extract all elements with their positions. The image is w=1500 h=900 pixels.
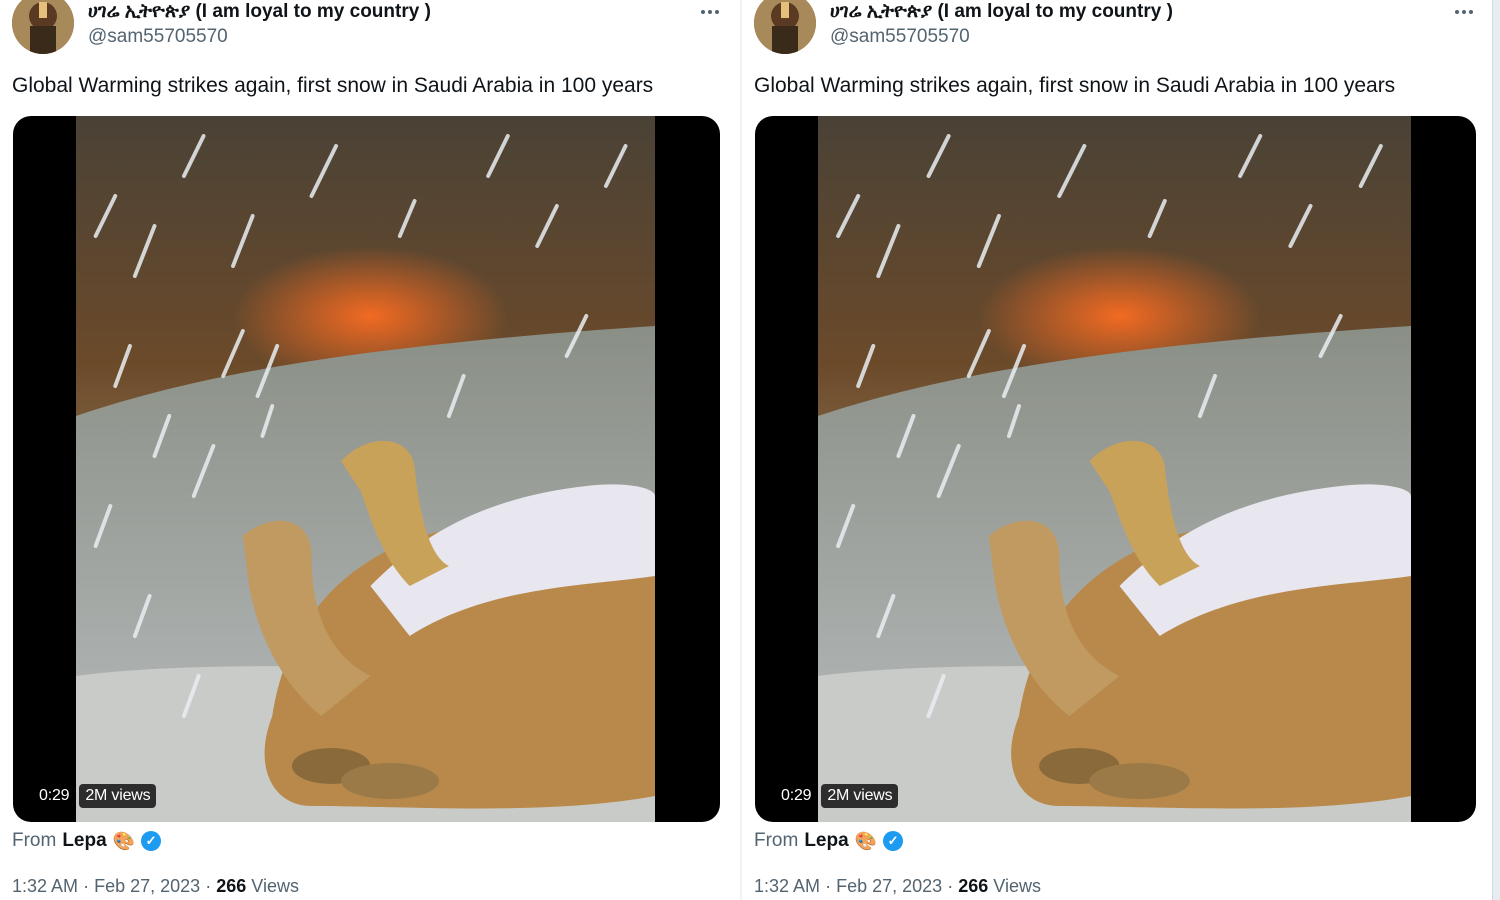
source-name[interactable]: Lepa (62, 830, 106, 852)
video-player[interactable]: 0:29 2M views (755, 116, 1476, 822)
tweet-time[interactable]: 1:32 AM (12, 876, 78, 896)
video-source: From Lepa 🎨 ✓ (12, 830, 162, 852)
meta-separator: · (947, 876, 954, 896)
author-name[interactable]: ሀገሬ ኢትዮጵያ (I am loyal to my country ) (88, 1, 431, 23)
video-views-badge: 2M views (79, 784, 157, 808)
tweet-text: Global Warming strikes again, first snow… (754, 74, 1396, 97)
tweet-text: Global Warming strikes again, first snow… (12, 74, 654, 97)
views-label: Views (251, 876, 299, 896)
avatar[interactable] (12, 0, 74, 54)
scrollbar-track[interactable] (1492, 0, 1500, 900)
views-count: 266 (958, 876, 989, 896)
video-duration: 0:29 (775, 784, 818, 808)
palette-icon: 🎨 (854, 830, 878, 851)
video-frame[interactable] (76, 116, 655, 822)
source-prefix: From (754, 830, 799, 851)
author-handle[interactable]: @sam55705570 (88, 26, 228, 48)
source-prefix: From (12, 830, 57, 851)
tweet-date[interactable]: Feb 27, 2023 (94, 876, 200, 896)
avatar[interactable] (754, 0, 816, 54)
views-label: Views (993, 876, 1041, 896)
palette-icon: 🎨 (112, 830, 136, 851)
author-handle[interactable]: @sam55705570 (830, 26, 970, 48)
source-name[interactable]: Lepa (804, 830, 848, 852)
tweet-card[interactable]: ሀገሬ ኢትዮጵያ (I am loyal to my country ) @s… (742, 0, 1487, 900)
meta-separator: · (825, 876, 832, 896)
tweet-time[interactable]: 1:32 AM (754, 876, 820, 896)
tweet-card[interactable]: ሀገሬ ኢትዮጵያ (I am loyal to my country ) @s… (0, 0, 740, 900)
tweet-date[interactable]: Feb 27, 2023 (836, 876, 942, 896)
more-icon[interactable] (1450, 0, 1478, 24)
verified-badge-icon: ✓ (883, 831, 904, 851)
video-duration: 0:29 (33, 784, 76, 808)
author-name[interactable]: ሀገሬ ኢትዮጵያ (I am loyal to my country ) (830, 1, 1173, 23)
video-source: From Lepa 🎨 ✓ (754, 830, 904, 852)
meta-separator: · (205, 876, 212, 896)
video-player[interactable]: 0:29 2M views (13, 116, 720, 822)
meta-separator: · (83, 876, 90, 896)
tweet-meta: 1:32 AM · Feb 27, 2023 · 266 Views (12, 876, 299, 897)
more-icon[interactable] (696, 0, 724, 24)
video-badges: 0:29 2M views (33, 784, 157, 808)
video-views-badge: 2M views (821, 784, 899, 808)
video-badges: 0:29 2M views (775, 784, 899, 808)
verified-badge-icon: ✓ (141, 831, 162, 851)
views-count: 266 (216, 876, 247, 896)
tweet-meta: 1:32 AM · Feb 27, 2023 · 266 Views (754, 876, 1041, 897)
video-frame[interactable] (818, 116, 1411, 822)
